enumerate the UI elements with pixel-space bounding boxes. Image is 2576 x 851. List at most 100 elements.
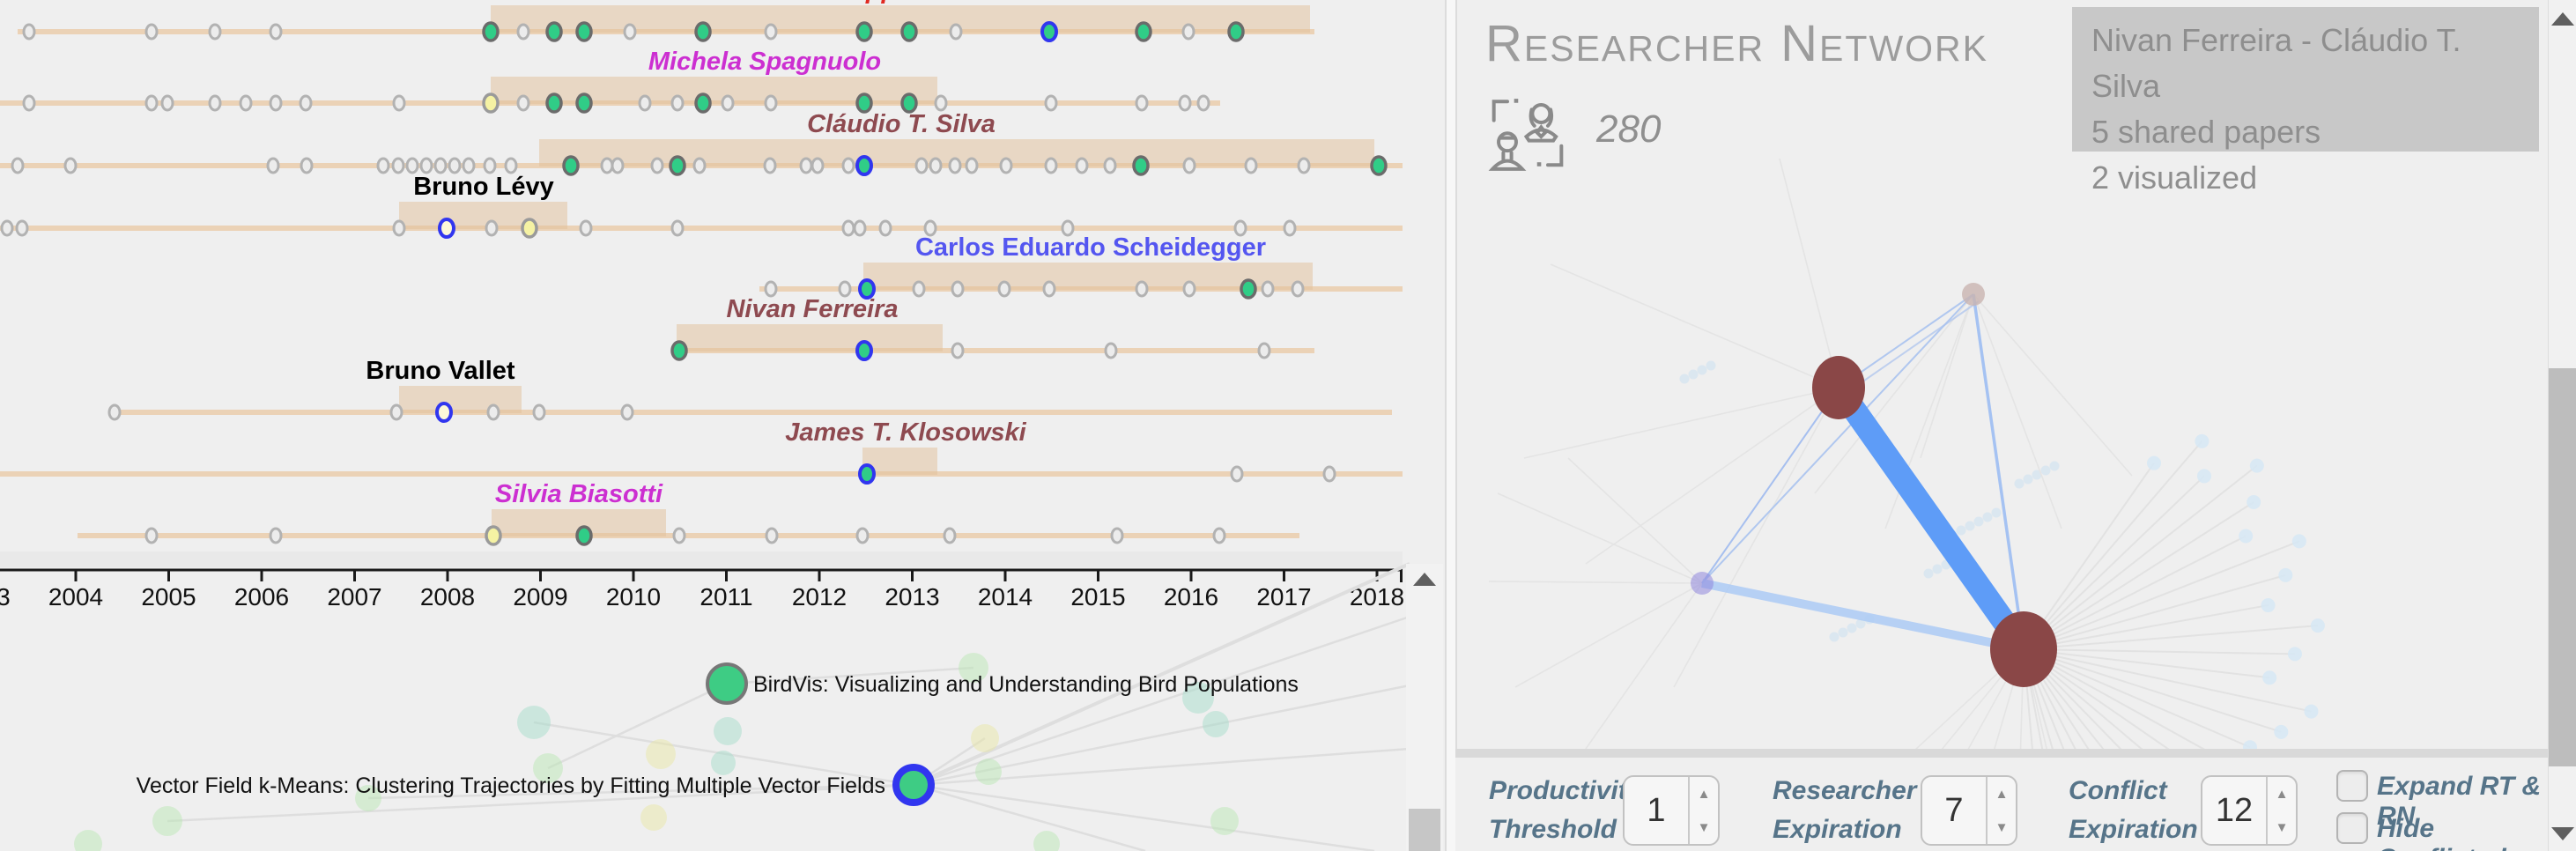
- timeline-dot[interactable]: [672, 221, 683, 235]
- timeline-dot[interactable]: [241, 96, 251, 110]
- timeline-dot[interactable]: [1136, 282, 1147, 296]
- timeline-dot[interactable]: [1136, 96, 1147, 110]
- timeline-dot[interactable]: [486, 527, 500, 544]
- timeline-dot[interactable]: [857, 342, 871, 359]
- timeline-dot[interactable]: [880, 221, 891, 235]
- network-node-small[interactable]: [2274, 725, 2288, 739]
- spinner-down-icon[interactable]: ▼: [1690, 810, 1718, 844]
- timeline-dot[interactable]: [1241, 280, 1255, 298]
- hscrollbar-track[interactable]: [0, 551, 1403, 567]
- spinner-value[interactable]: 1: [1625, 777, 1688, 844]
- spinner-down-icon[interactable]: ▼: [1988, 810, 2016, 844]
- timeline-dot[interactable]: [437, 403, 451, 421]
- timeline-dot[interactable]: [766, 96, 776, 110]
- researcher-expiration-spinner[interactable]: 7 ▲ ▼: [1921, 775, 2017, 846]
- researcher-name[interactable]: Michela Spagnuolo: [648, 48, 881, 76]
- timeline-dot[interactable]: [1372, 157, 1386, 174]
- timeline-dot[interactable]: [914, 282, 924, 296]
- timeline-dot[interactable]: [1324, 467, 1335, 481]
- paper-node[interactable]: [517, 706, 551, 739]
- researcher-name[interactable]: Silvia Biasotti: [495, 480, 663, 508]
- timeline-dot[interactable]: [1246, 159, 1256, 173]
- claudio-silva-node[interactable]: [1990, 611, 2057, 687]
- network-node-small[interactable]: [2147, 456, 2161, 470]
- timeline-dot[interactable]: [1262, 282, 1273, 296]
- timeline-dot[interactable]: [270, 96, 281, 110]
- researcher-name[interactable]: Cláudio T. Silva: [807, 110, 996, 138]
- network-node-small[interactable]: [2262, 670, 2276, 684]
- timeline-dot[interactable]: [1046, 159, 1056, 173]
- timeline-dot[interactable]: [24, 25, 34, 39]
- timeline-dot[interactable]: [486, 221, 497, 235]
- nivan-ferreira-node[interactable]: [1812, 356, 1865, 419]
- timeline-dot[interactable]: [930, 159, 941, 173]
- timeline-dot[interactable]: [485, 159, 495, 173]
- paper-node-highlighted[interactable]: [896, 767, 931, 803]
- timeline-dot[interactable]: [902, 23, 916, 41]
- timeline-dot[interactable]: [547, 94, 561, 112]
- timeline-dot[interactable]: [577, 527, 591, 544]
- timeline-dot[interactable]: [952, 282, 963, 296]
- timeline-dot[interactable]: [270, 529, 281, 543]
- timeline-dot[interactable]: [393, 159, 403, 173]
- timeline-dot[interactable]: [696, 94, 710, 112]
- paper-node[interactable]: [714, 717, 742, 745]
- timeline-dot[interactable]: [522, 219, 537, 237]
- timeline-dot[interactable]: [843, 221, 854, 235]
- timeline-dot[interactable]: [1184, 159, 1195, 173]
- timeline-dot[interactable]: [1105, 159, 1115, 173]
- timeline-dot[interactable]: [1183, 25, 1194, 39]
- timeline-dot[interactable]: [1184, 282, 1195, 296]
- timeline-dot[interactable]: [162, 96, 173, 110]
- spinner-value[interactable]: 12: [2202, 777, 2266, 844]
- network-node-small[interactable]: [2292, 534, 2306, 548]
- timeline-dot[interactable]: [672, 342, 686, 359]
- timeline-dot[interactable]: [1292, 282, 1303, 296]
- researcher-name[interactable]: Nivan Ferreira: [726, 295, 898, 323]
- timeline-dot[interactable]: [435, 159, 446, 173]
- timeline-dot[interactable]: [696, 23, 710, 41]
- timeline-dot[interactable]: [268, 159, 278, 173]
- timeline-dot[interactable]: [1180, 96, 1190, 110]
- timeline-dot[interactable]: [916, 159, 927, 173]
- paper-node[interactable]: [640, 804, 667, 831]
- timeline-dot[interactable]: [1299, 159, 1309, 173]
- paper-node[interactable]: [1033, 831, 1060, 851]
- timeline-dot[interactable]: [577, 94, 591, 112]
- researcher-name[interactable]: James T. Klosowski: [785, 418, 1026, 447]
- timeline-dot[interactable]: [622, 405, 633, 419]
- paper-node[interactable]: [711, 751, 736, 775]
- timeline-dot[interactable]: [391, 405, 402, 419]
- timeline-dot[interactable]: [1284, 221, 1295, 235]
- network-node-small[interactable]: [2261, 598, 2276, 612]
- timeline-dot[interactable]: [146, 529, 157, 543]
- timeline-dot[interactable]: [534, 405, 544, 419]
- timeline-dot[interactable]: [765, 159, 775, 173]
- timeline-dot[interactable]: [652, 159, 663, 173]
- timeline-dot[interactable]: [936, 96, 946, 110]
- timeline-dot[interactable]: [1106, 344, 1116, 358]
- timeline-dot[interactable]: [1077, 159, 1087, 173]
- spinner-up-icon[interactable]: ▲: [1988, 777, 2016, 810]
- hide-conflicted-label[interactable]: Hide Conflicted: [2377, 814, 2548, 851]
- timeline-dot[interactable]: [581, 221, 591, 235]
- timeline-dot[interactable]: [843, 159, 854, 173]
- timeline-dot[interactable]: [801, 159, 811, 173]
- timeline-dot[interactable]: [17, 221, 27, 235]
- expand-rt-rn-checkbox[interactable]: [2336, 770, 2368, 802]
- timeline-dot[interactable]: [612, 159, 623, 173]
- timeline-dot[interactable]: [625, 25, 635, 39]
- timeline-dot[interactable]: [857, 157, 871, 174]
- timeline-dot[interactable]: [944, 529, 955, 543]
- timeline-dot[interactable]: [109, 405, 120, 419]
- timeline-dot[interactable]: [902, 94, 916, 112]
- paper-node[interactable]: [646, 739, 676, 769]
- researcher-name[interactable]: Giuseppe Patanè: [795, 0, 1002, 4]
- timeline-dot[interactable]: [270, 25, 281, 39]
- network-node-small[interactable]: [2311, 618, 2325, 633]
- productivity-threshold-spinner[interactable]: 1 ▲ ▼: [1623, 775, 1720, 846]
- network-node-small[interactable]: [2197, 469, 2211, 483]
- timeline-dot[interactable]: [449, 159, 460, 173]
- timeline-dot[interactable]: [378, 159, 389, 173]
- timeline-dot[interactable]: [1136, 23, 1151, 41]
